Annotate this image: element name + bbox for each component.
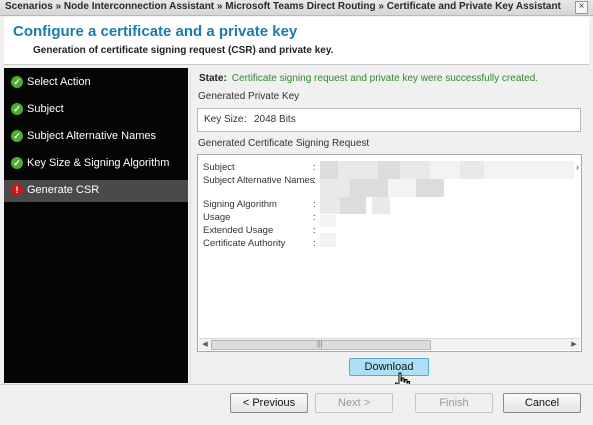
- redacted-value: [430, 161, 460, 179]
- redacted-value: [320, 197, 340, 214]
- redacted-value: [416, 179, 444, 197]
- redacted-value: [350, 179, 388, 197]
- csr-heading: Generated Certificate Signing Request: [198, 138, 370, 149]
- private-key-heading: Generated Private Key: [198, 91, 300, 102]
- check-icon: ✓: [11, 130, 23, 142]
- scroll-left-icon[interactable]: ◀: [200, 339, 210, 350]
- step-label: Key Size & Signing Algorithm: [27, 157, 170, 169]
- step-subject[interactable]: ✓ Subject: [4, 99, 188, 121]
- finish-button[interactable]: Finish: [415, 393, 493, 413]
- redacted-value: [338, 161, 378, 179]
- grip-icon: |||: [317, 341, 323, 348]
- wizard-header: Configure a certificate and a private ke…: [4, 17, 589, 65]
- redacted-value: [378, 161, 400, 179]
- step-select-action[interactable]: ✓ Select Action: [4, 72, 188, 94]
- step-generate-csr[interactable]: ! Generate CSR: [4, 180, 188, 202]
- redacted-value: [320, 179, 350, 197]
- close-icon[interactable]: ×: [575, 1, 588, 14]
- state-label: State:: [199, 73, 227, 84]
- redacted-value: [340, 197, 366, 214]
- csr-field: Certificate Authority:: [203, 238, 316, 249]
- step-label: Subject Alternative Names: [27, 130, 157, 142]
- main-panel: State: Certificate signing request and pr…: [190, 68, 590, 383]
- redacted-value: [400, 161, 430, 179]
- overflow-indicator: ›: [576, 162, 579, 172]
- check-icon: ✓: [11, 157, 23, 169]
- redacted-value: [460, 161, 484, 179]
- csr-text-area[interactable]: Subject: Subject Alternative Names: Sign…: [197, 154, 582, 352]
- csr-field: Usage:: [203, 212, 316, 223]
- redacted-value: [320, 161, 338, 179]
- download-button[interactable]: Download: [349, 358, 429, 376]
- exclamation-icon: !: [11, 184, 23, 196]
- csr-field: Subject Alternative Names:: [203, 175, 316, 186]
- key-size-sep: :: [244, 114, 247, 125]
- title-bar: Scenarios » Node Interconnection Assista…: [0, 0, 593, 16]
- previous-button[interactable]: < Previous: [230, 393, 308, 413]
- next-button[interactable]: Next >: [315, 393, 393, 413]
- wizard-steps: ✓ Select Action ✓ Subject ✓ Subject Alte…: [4, 68, 188, 383]
- check-icon: ✓: [11, 103, 23, 115]
- step-label: Select Action: [27, 76, 91, 88]
- scrollbar-thumb[interactable]: |||: [211, 340, 431, 350]
- state-line: State: Certificate signing request and pr…: [199, 73, 538, 84]
- key-size-label: Key Size: [204, 114, 244, 125]
- step-label: Generate CSR: [27, 184, 100, 196]
- csr-field: Signing Algorithm:: [203, 199, 316, 210]
- redacted-value: [372, 197, 390, 214]
- csr-field: Extended Usage:: [203, 225, 316, 236]
- redacted-value: [484, 161, 574, 179]
- wizard-footer: < Previous Next > Finish Cancel: [0, 384, 593, 425]
- private-key-box: Key Size : 2048 Bits: [197, 108, 581, 132]
- redacted-value: [320, 233, 336, 247]
- check-icon: ✓: [11, 76, 23, 88]
- state-message: Certificate signing request and private …: [231, 73, 539, 84]
- redacted-value: [320, 215, 336, 227]
- redacted-value: [388, 179, 416, 197]
- step-label: Subject: [27, 103, 64, 115]
- scroll-right-icon[interactable]: ▶: [569, 339, 579, 350]
- page-subtitle: Generation of certificate signing reques…: [33, 45, 334, 56]
- step-subject-alternative-names[interactable]: ✓ Subject Alternative Names: [4, 126, 188, 148]
- step-key-size-signing-algorithm[interactable]: ✓ Key Size & Signing Algorithm: [4, 153, 188, 175]
- key-size-value: 2048 Bits: [254, 114, 296, 125]
- csr-field: Subject:: [203, 162, 316, 173]
- cancel-button[interactable]: Cancel: [503, 393, 581, 413]
- horizontal-scrollbar[interactable]: ◀ ||| ▶: [199, 338, 580, 350]
- breadcrumb: Scenarios » Node Interconnection Assista…: [5, 1, 561, 12]
- page-title: Configure a certificate and a private ke…: [13, 23, 298, 40]
